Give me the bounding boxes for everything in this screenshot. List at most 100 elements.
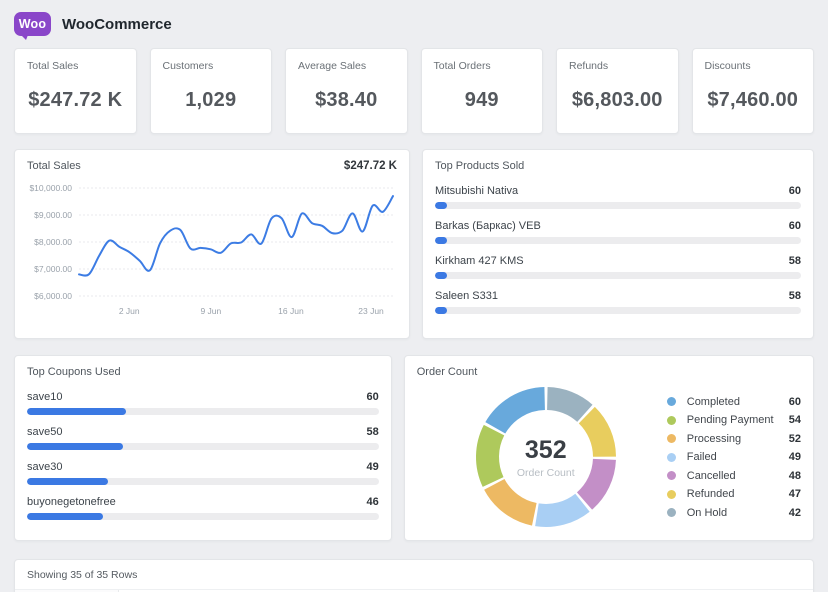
- order-count-panel: Order Count 352 Order Count Completed 60: [404, 355, 814, 541]
- top-products-panel: Top Products Sold Mitsubishi Nativa 60 B…: [422, 149, 814, 339]
- legend-label: Completed: [687, 396, 789, 408]
- woocommerce-logo-icon: Woo: [14, 12, 51, 36]
- legend-value: 60: [789, 396, 801, 408]
- svg-text:9 Jun: 9 Jun: [200, 306, 221, 316]
- coupon-name: save10: [27, 391, 62, 403]
- progress-track: [27, 443, 379, 450]
- svg-text:$7,000.00: $7,000.00: [34, 264, 72, 274]
- progress-fill: [435, 307, 447, 314]
- coupon-value: 46: [367, 496, 379, 508]
- product-row: Saleen S331 58: [435, 290, 801, 314]
- legend-value: 49: [789, 451, 801, 463]
- progress-fill: [27, 513, 103, 520]
- progress-fill: [27, 408, 126, 415]
- progress-fill: [435, 202, 447, 209]
- kpi-value: 1,029: [163, 72, 260, 122]
- svg-text:2 Jun: 2 Jun: [119, 306, 140, 316]
- panel-title: Top Coupons Used: [27, 366, 379, 378]
- donut-svg: [471, 382, 621, 532]
- chart-total-value: $247.72 K: [344, 160, 397, 172]
- progress-track: [435, 202, 801, 209]
- panel-title: Order Count: [417, 366, 801, 378]
- row-coupons-orders: Top Coupons Used save10 60 save50 58: [14, 355, 814, 541]
- legend-item-on-hold[interactable]: On Hold 42: [667, 503, 801, 522]
- legend-label: On Hold: [687, 507, 789, 519]
- svg-text:16 Jun: 16 Jun: [278, 306, 304, 316]
- legend-item-cancelled[interactable]: Cancelled 48: [667, 466, 801, 485]
- product-name: Mitsubishi Nativa: [435, 185, 518, 197]
- legend-label: Cancelled: [687, 470, 789, 482]
- kpi-card-total-orders: Total Orders 949: [421, 48, 544, 134]
- coupon-name: save50: [27, 426, 62, 438]
- panel-title: Top Products Sold: [435, 160, 801, 172]
- progress-track: [435, 272, 801, 279]
- logo-text: Woo: [19, 17, 46, 31]
- progress-fill: [27, 443, 123, 450]
- kpi-card-customers: Customers 1,029: [150, 48, 273, 134]
- legend-item-refunded[interactable]: Refunded 47: [667, 485, 801, 504]
- kpi-value: $7,460.00: [705, 72, 802, 122]
- product-value: 60: [789, 185, 801, 197]
- row-charts: Total Sales $247.72 K $10,000.00 $9,000.0…: [14, 149, 814, 339]
- kpi-label: Customers: [163, 60, 260, 72]
- kpi-card-refunds: Refunds $6,803.00: [556, 48, 679, 134]
- total-sales-panel: Total Sales $247.72 K $10,000.00 $9,000.0…: [14, 149, 410, 339]
- kpi-label: Total Sales: [27, 60, 124, 72]
- legend-label: Refunded: [687, 488, 789, 500]
- coupon-row: save50 58: [27, 426, 379, 450]
- kpi-value: $6,803.00: [569, 72, 666, 122]
- coupon-value: 58: [367, 426, 379, 438]
- dashboard-page: Woo WooCommerce Total Sales $247.72 K Cu…: [0, 0, 828, 592]
- svg-text:$9,000.00: $9,000.00: [34, 210, 72, 220]
- legend-label: Processing: [687, 433, 789, 445]
- kpi-label: Refunds: [569, 60, 666, 72]
- legend-dot: [667, 490, 676, 499]
- kpi-label: Discounts: [705, 60, 802, 72]
- kpi-card-discounts: Discounts $7,460.00: [692, 48, 815, 134]
- legend-value: 48: [789, 470, 801, 482]
- product-row: Mitsubishi Nativa 60: [435, 185, 801, 209]
- progress-track: [435, 237, 801, 244]
- progress-track: [27, 513, 379, 520]
- coupon-row: buyonegetonefree 46: [27, 496, 379, 520]
- top-products-list: Mitsubishi Nativa 60 Barkas (Баркас) VEB…: [435, 185, 801, 314]
- coupon-name: buyonegetonefree: [27, 496, 116, 508]
- progress-track: [27, 408, 379, 415]
- kpi-label: Average Sales: [298, 60, 395, 72]
- kpi-grid: Total Sales $247.72 K Customers 1,029 Av…: [14, 48, 814, 134]
- legend-item-failed[interactable]: Failed 49: [667, 448, 801, 467]
- progress-fill: [435, 237, 447, 244]
- kpi-card-average-sales: Average Sales $38.40: [285, 48, 408, 134]
- legend-value: 52: [789, 433, 801, 445]
- coupon-row: save30 49: [27, 461, 379, 485]
- legend-dot: [667, 453, 676, 462]
- legend-value: 47: [789, 488, 801, 500]
- coupon-value: 60: [367, 391, 379, 403]
- legend-dot: [667, 416, 676, 425]
- kpi-card-total-sales: Total Sales $247.72 K: [14, 48, 137, 134]
- coupon-value: 49: [367, 461, 379, 473]
- top-coupons-list: save10 60 save50 58 save30 49: [27, 391, 379, 520]
- product-name: Barkas (Баркас) VEB: [435, 220, 541, 232]
- total-sales-line-chart[interactable]: $10,000.00$9,000.00$8,000.00$7,000.00$6,…: [27, 180, 397, 322]
- svg-text:$8,000.00: $8,000.00: [34, 237, 72, 247]
- legend-dot: [667, 471, 676, 480]
- legend-item-pending-payment[interactable]: Pending Payment 54: [667, 411, 801, 430]
- order-count-donut-chart[interactable]: 352 Order Count: [471, 382, 621, 532]
- progress-fill: [435, 272, 447, 279]
- svg-text:23 Jun: 23 Jun: [358, 306, 384, 316]
- svg-text:$10,000.00: $10,000.00: [29, 183, 72, 193]
- progress-track: [435, 307, 801, 314]
- kpi-value: 949: [434, 72, 531, 122]
- product-value: 58: [789, 290, 801, 302]
- legend-value: 54: [789, 414, 801, 426]
- legend-item-processing[interactable]: Processing 52: [667, 429, 801, 448]
- legend-value: 42: [789, 507, 801, 519]
- legend-item-completed[interactable]: Completed 60: [667, 392, 801, 411]
- panel-title: Total Sales: [27, 160, 81, 172]
- legend-label: Pending Payment: [687, 414, 789, 426]
- kpi-label: Total Orders: [434, 60, 531, 72]
- coupon-name: save30: [27, 461, 62, 473]
- progress-track: [27, 478, 379, 485]
- table-row-count-status: Showing 35 of 35 Rows: [15, 560, 813, 589]
